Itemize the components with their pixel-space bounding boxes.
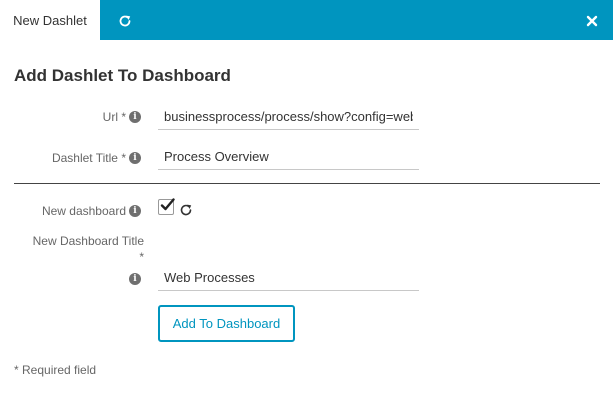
tab-new-dashlet[interactable]: New Dashlet (0, 0, 100, 40)
section-divider (14, 183, 600, 184)
new-dashboard-info-icon[interactable]: i (129, 205, 141, 217)
dashlet-title-input[interactable] (158, 144, 419, 170)
new-dashboard-title-required-mark: * (139, 250, 144, 264)
refresh-icon (119, 15, 131, 27)
tab-refresh-button[interactable] (112, 10, 138, 32)
dashlet-title-label: Dashlet Title * (51, 151, 126, 165)
close-button[interactable] (581, 10, 603, 32)
close-icon (586, 15, 598, 27)
new-dashboard-refresh-icon[interactable] (179, 203, 193, 217)
url-info-icon[interactable]: i (129, 111, 141, 123)
tab-new-dashlet-label: New Dashlet (13, 12, 87, 28)
new-dashboard-title-info-icon[interactable]: i (129, 273, 141, 285)
new-dashboard-label: New dashboard (41, 204, 126, 218)
form-title: Add Dashlet To Dashboard (14, 66, 231, 85)
url-input[interactable] (158, 104, 419, 130)
new-dashboard-title-label: New Dashboard Title (32, 234, 144, 248)
dashlet-title-info-icon[interactable]: i (129, 152, 141, 164)
url-label: Url * (102, 110, 126, 124)
add-to-dashboard-button[interactable]: Add To Dashboard (158, 305, 295, 342)
tab-bar: New Dashlet (0, 0, 613, 40)
new-dashboard-title-input[interactable] (158, 265, 419, 291)
required-field-note: * Required field (14, 363, 97, 377)
checkmark-icon (160, 198, 175, 211)
new-dashboard-checkbox[interactable] (158, 198, 175, 215)
